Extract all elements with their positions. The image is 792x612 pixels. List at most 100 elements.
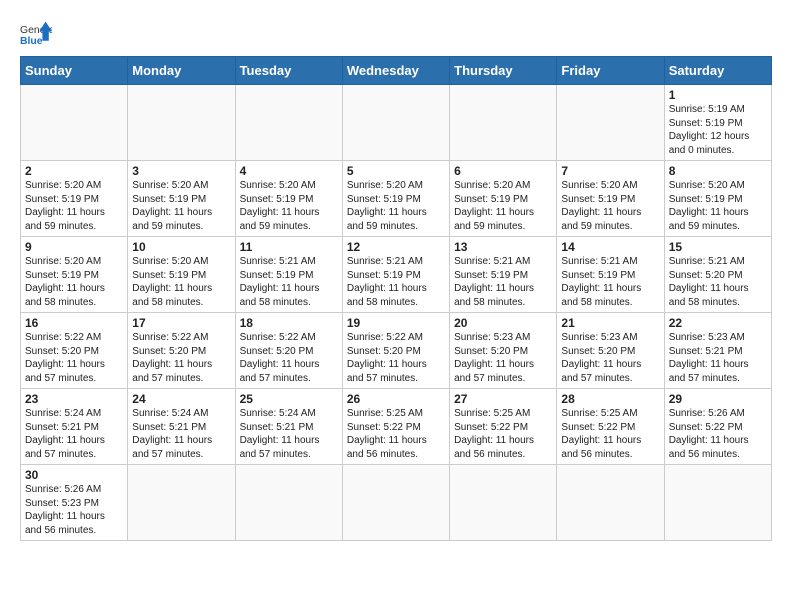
day-detail: Sunrise: 5:22 AM Sunset: 5:20 PM Dayligh… <box>25 331 123 385</box>
day-detail: Sunrise: 5:21 AM Sunset: 5:19 PM Dayligh… <box>347 255 445 309</box>
weekday-header-tuesday: Tuesday <box>235 57 342 85</box>
calendar-cell: 5Sunrise: 5:20 AM Sunset: 5:19 PM Daylig… <box>342 161 449 237</box>
day-number: 5 <box>347 164 445 178</box>
calendar-cell <box>342 85 449 161</box>
calendar-cell: 20Sunrise: 5:23 AM Sunset: 5:20 PM Dayli… <box>450 313 557 389</box>
day-number: 16 <box>25 316 123 330</box>
day-detail: Sunrise: 5:22 AM Sunset: 5:20 PM Dayligh… <box>240 331 338 385</box>
day-detail: Sunrise: 5:26 AM Sunset: 5:23 PM Dayligh… <box>25 483 123 537</box>
day-detail: Sunrise: 5:22 AM Sunset: 5:20 PM Dayligh… <box>347 331 445 385</box>
day-detail: Sunrise: 5:23 AM Sunset: 5:20 PM Dayligh… <box>454 331 552 385</box>
calendar-table: SundayMondayTuesdayWednesdayThursdayFrid… <box>20 56 772 541</box>
calendar-cell: 19Sunrise: 5:22 AM Sunset: 5:20 PM Dayli… <box>342 313 449 389</box>
header: General Blue <box>20 16 772 48</box>
day-detail: Sunrise: 5:19 AM Sunset: 5:19 PM Dayligh… <box>669 103 767 157</box>
day-number: 2 <box>25 164 123 178</box>
calendar-cell: 24Sunrise: 5:24 AM Sunset: 5:21 PM Dayli… <box>128 389 235 465</box>
calendar-week-row: 1Sunrise: 5:19 AM Sunset: 5:19 PM Daylig… <box>21 85 772 161</box>
calendar-cell <box>235 85 342 161</box>
day-number: 12 <box>347 240 445 254</box>
day-detail: Sunrise: 5:22 AM Sunset: 5:20 PM Dayligh… <box>132 331 230 385</box>
calendar-cell: 26Sunrise: 5:25 AM Sunset: 5:22 PM Dayli… <box>342 389 449 465</box>
day-detail: Sunrise: 5:24 AM Sunset: 5:21 PM Dayligh… <box>240 407 338 461</box>
calendar-cell: 14Sunrise: 5:21 AM Sunset: 5:19 PM Dayli… <box>557 237 664 313</box>
weekday-header-thursday: Thursday <box>450 57 557 85</box>
calendar-cell: 4Sunrise: 5:20 AM Sunset: 5:19 PM Daylig… <box>235 161 342 237</box>
calendar-cell: 6Sunrise: 5:20 AM Sunset: 5:19 PM Daylig… <box>450 161 557 237</box>
day-number: 30 <box>25 468 123 482</box>
day-detail: Sunrise: 5:21 AM Sunset: 5:19 PM Dayligh… <box>561 255 659 309</box>
day-detail: Sunrise: 5:20 AM Sunset: 5:19 PM Dayligh… <box>132 255 230 309</box>
calendar-cell <box>557 465 664 541</box>
calendar-week-row: 2Sunrise: 5:20 AM Sunset: 5:19 PM Daylig… <box>21 161 772 237</box>
day-detail: Sunrise: 5:25 AM Sunset: 5:22 PM Dayligh… <box>561 407 659 461</box>
day-detail: Sunrise: 5:25 AM Sunset: 5:22 PM Dayligh… <box>454 407 552 461</box>
day-detail: Sunrise: 5:20 AM Sunset: 5:19 PM Dayligh… <box>561 179 659 233</box>
calendar-week-row: 30Sunrise: 5:26 AM Sunset: 5:23 PM Dayli… <box>21 465 772 541</box>
day-number: 7 <box>561 164 659 178</box>
calendar-cell <box>557 85 664 161</box>
calendar-cell: 30Sunrise: 5:26 AM Sunset: 5:23 PM Dayli… <box>21 465 128 541</box>
day-detail: Sunrise: 5:26 AM Sunset: 5:22 PM Dayligh… <box>669 407 767 461</box>
day-detail: Sunrise: 5:20 AM Sunset: 5:19 PM Dayligh… <box>454 179 552 233</box>
day-number: 9 <box>25 240 123 254</box>
day-number: 10 <box>132 240 230 254</box>
calendar-cell: 22Sunrise: 5:23 AM Sunset: 5:21 PM Dayli… <box>664 313 771 389</box>
day-detail: Sunrise: 5:21 AM Sunset: 5:19 PM Dayligh… <box>240 255 338 309</box>
day-detail: Sunrise: 5:20 AM Sunset: 5:19 PM Dayligh… <box>25 179 123 233</box>
logo-icon: General Blue <box>20 20 52 48</box>
calendar-week-row: 23Sunrise: 5:24 AM Sunset: 5:21 PM Dayli… <box>21 389 772 465</box>
day-number: 25 <box>240 392 338 406</box>
day-detail: Sunrise: 5:20 AM Sunset: 5:19 PM Dayligh… <box>132 179 230 233</box>
day-detail: Sunrise: 5:21 AM Sunset: 5:19 PM Dayligh… <box>454 255 552 309</box>
day-number: 14 <box>561 240 659 254</box>
day-detail: Sunrise: 5:20 AM Sunset: 5:19 PM Dayligh… <box>347 179 445 233</box>
day-number: 19 <box>347 316 445 330</box>
calendar-cell: 16Sunrise: 5:22 AM Sunset: 5:20 PM Dayli… <box>21 313 128 389</box>
calendar-cell <box>450 85 557 161</box>
calendar-cell: 11Sunrise: 5:21 AM Sunset: 5:19 PM Dayli… <box>235 237 342 313</box>
calendar-cell <box>235 465 342 541</box>
svg-text:Blue: Blue <box>20 36 43 47</box>
day-number: 21 <box>561 316 659 330</box>
weekday-header-saturday: Saturday <box>664 57 771 85</box>
calendar-cell: 12Sunrise: 5:21 AM Sunset: 5:19 PM Dayli… <box>342 237 449 313</box>
calendar-cell: 13Sunrise: 5:21 AM Sunset: 5:19 PM Dayli… <box>450 237 557 313</box>
calendar-cell: 27Sunrise: 5:25 AM Sunset: 5:22 PM Dayli… <box>450 389 557 465</box>
day-number: 27 <box>454 392 552 406</box>
day-number: 4 <box>240 164 338 178</box>
calendar-cell: 7Sunrise: 5:20 AM Sunset: 5:19 PM Daylig… <box>557 161 664 237</box>
day-number: 11 <box>240 240 338 254</box>
weekday-header-sunday: Sunday <box>21 57 128 85</box>
day-number: 15 <box>669 240 767 254</box>
day-detail: Sunrise: 5:24 AM Sunset: 5:21 PM Dayligh… <box>25 407 123 461</box>
calendar-cell: 9Sunrise: 5:20 AM Sunset: 5:19 PM Daylig… <box>21 237 128 313</box>
calendar-cell: 29Sunrise: 5:26 AM Sunset: 5:22 PM Dayli… <box>664 389 771 465</box>
day-detail: Sunrise: 5:20 AM Sunset: 5:19 PM Dayligh… <box>240 179 338 233</box>
day-number: 29 <box>669 392 767 406</box>
day-number: 20 <box>454 316 552 330</box>
weekday-header-monday: Monday <box>128 57 235 85</box>
calendar-cell: 18Sunrise: 5:22 AM Sunset: 5:20 PM Dayli… <box>235 313 342 389</box>
day-detail: Sunrise: 5:24 AM Sunset: 5:21 PM Dayligh… <box>132 407 230 461</box>
weekday-header-wednesday: Wednesday <box>342 57 449 85</box>
day-number: 28 <box>561 392 659 406</box>
calendar-cell: 8Sunrise: 5:20 AM Sunset: 5:19 PM Daylig… <box>664 161 771 237</box>
day-number: 24 <box>132 392 230 406</box>
calendar-cell: 15Sunrise: 5:21 AM Sunset: 5:20 PM Dayli… <box>664 237 771 313</box>
day-number: 8 <box>669 164 767 178</box>
day-number: 26 <box>347 392 445 406</box>
day-detail: Sunrise: 5:25 AM Sunset: 5:22 PM Dayligh… <box>347 407 445 461</box>
calendar-cell <box>128 465 235 541</box>
weekday-header-friday: Friday <box>557 57 664 85</box>
day-number: 22 <box>669 316 767 330</box>
day-number: 1 <box>669 88 767 102</box>
day-detail: Sunrise: 5:23 AM Sunset: 5:21 PM Dayligh… <box>669 331 767 385</box>
calendar-cell <box>450 465 557 541</box>
calendar-week-row: 9 Sunrise: 5:20 AM Sunset: 5:19 PM Daylig… <box>21 237 772 313</box>
logo: General Blue <box>20 20 52 48</box>
calendar-cell: 3Sunrise: 5:20 AM Sunset: 5:19 PM Daylig… <box>128 161 235 237</box>
day-number: 17 <box>132 316 230 330</box>
calendar-cell <box>342 465 449 541</box>
day-number: 23 <box>25 392 123 406</box>
